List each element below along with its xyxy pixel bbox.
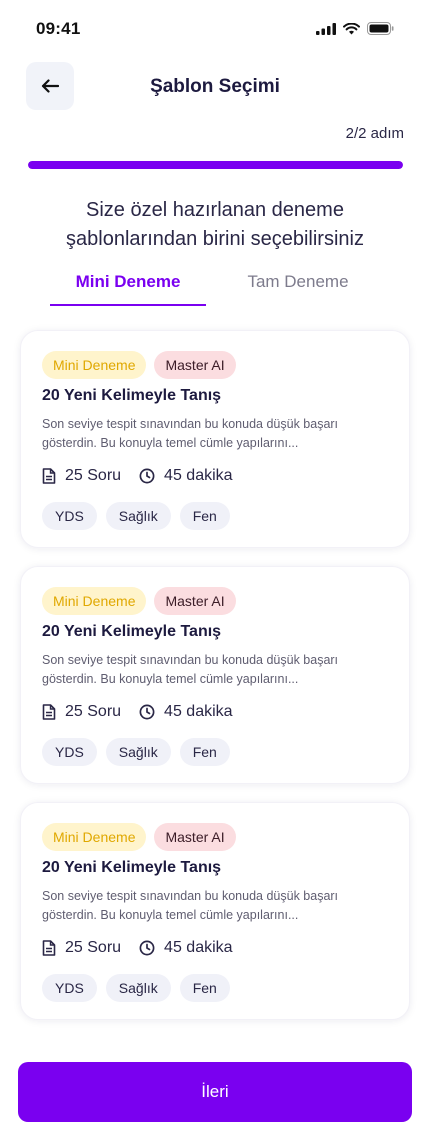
battery-icon <box>367 22 394 35</box>
document-icon <box>42 468 56 484</box>
wifi-icon <box>343 22 360 34</box>
question-count-label: 25 Soru <box>65 939 122 956</box>
tab-mini-deneme[interactable]: Mini Deneme <box>50 272 206 306</box>
document-icon <box>42 704 56 720</box>
clock-icon <box>139 468 155 484</box>
next-button[interactable]: İleri <box>18 1062 412 1122</box>
duration-label: 45 dakika <box>164 467 233 484</box>
tag-saglik: Sağlık <box>105 738 171 766</box>
question-count-label: 25 Soru <box>65 703 122 720</box>
duration-label: 45 dakika <box>164 939 233 956</box>
duration-label: 45 dakika <box>164 703 233 720</box>
question-count: 25 Soru <box>42 467 121 485</box>
card-meta: 25 Soru 45 dakika <box>42 703 251 721</box>
status-bar: 09:41 <box>0 0 430 60</box>
card-description: Son seviye tespit sınavından bu konuda d… <box>42 889 339 922</box>
tag-fen: Fen <box>179 738 230 766</box>
progress-bar <box>28 161 403 169</box>
badge-master-ai: Master AI <box>154 351 236 379</box>
badge-mini-deneme: Mini Deneme <box>42 587 147 615</box>
question-count-label: 25 Soru <box>65 467 122 484</box>
badge-mini-deneme: Mini Deneme <box>42 351 147 379</box>
step-indicator: 2/2 adım <box>345 125 404 142</box>
subtitle: Size özel hazırlanan deneme şablonlarınd… <box>66 199 364 250</box>
status-icons <box>316 22 394 35</box>
tag-group: YDS Sağlık Fen <box>42 502 230 530</box>
clock-icon <box>139 704 155 720</box>
duration: 45 dakika <box>139 939 233 957</box>
tag-yds: YDS <box>42 974 97 1002</box>
card-meta: 25 Soru 45 dakika <box>42 939 251 957</box>
signal-icon <box>316 22 336 35</box>
question-count: 25 Soru <box>42 939 121 957</box>
card-title: 20 Yeni Kelimeyle Tanış <box>42 623 222 640</box>
tag-group: YDS Sağlık Fen <box>42 738 230 766</box>
tag-fen: Fen <box>179 502 230 530</box>
clock-icon <box>139 940 155 956</box>
tag-saglik: Sağlık <box>105 502 171 530</box>
badge-group: Mini Deneme Master AI <box>42 587 236 615</box>
tab-tam-deneme[interactable]: Tam Deneme <box>220 272 376 306</box>
template-card[interactable]: Mini Deneme Master AI 20 Yeni Kelimeyle … <box>20 566 410 784</box>
card-description: Son seviye tespit sınavından bu konuda d… <box>42 417 339 450</box>
card-title: 20 Yeni Kelimeyle Tanış <box>42 387 222 404</box>
tab-bar: Mini Deneme Tam Deneme <box>50 272 370 308</box>
card-title: 20 Yeni Kelimeyle Tanış <box>42 859 222 876</box>
badge-master-ai: Master AI <box>154 823 236 851</box>
question-count: 25 Soru <box>42 703 121 721</box>
card-meta: 25 Soru 45 dakika <box>42 467 251 485</box>
badge-group: Mini Deneme Master AI <box>42 823 236 851</box>
status-time: 09:41 <box>36 19 81 38</box>
page-title: Şablon Seçimi <box>150 76 280 97</box>
tag-fen: Fen <box>179 974 230 1002</box>
tag-group: YDS Sağlık Fen <box>42 974 230 1002</box>
document-icon <box>42 940 56 956</box>
badge-group: Mini Deneme Master AI <box>42 351 236 379</box>
card-description: Son seviye tespit sınavından bu konuda d… <box>42 653 339 686</box>
badge-mini-deneme: Mini Deneme <box>42 823 147 851</box>
duration: 45 dakika <box>139 703 233 721</box>
template-card[interactable]: Mini Deneme Master AI 20 Yeni Kelimeyle … <box>20 330 410 548</box>
header: Şablon Seçimi <box>0 62 430 112</box>
progress-fill <box>28 161 403 169</box>
tag-saglik: Sağlık <box>105 974 171 1002</box>
template-card[interactable]: Mini Deneme Master AI 20 Yeni Kelimeyle … <box>20 802 410 1020</box>
duration: 45 dakika <box>139 467 233 485</box>
tag-yds: YDS <box>42 502 97 530</box>
badge-master-ai: Master AI <box>154 587 236 615</box>
tag-yds: YDS <box>42 738 97 766</box>
